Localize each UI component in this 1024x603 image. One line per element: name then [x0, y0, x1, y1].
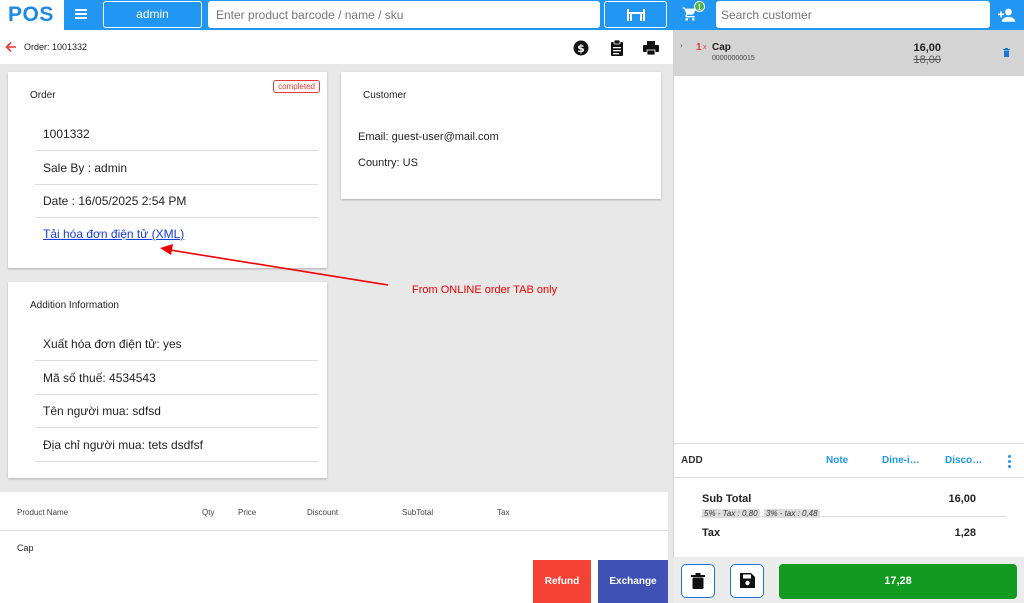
tax-value: 1,28 [954, 527, 976, 539]
remove-item-trash-icon[interactable] [1003, 48, 1010, 57]
add-label: ADD [681, 455, 703, 466]
subtotal-label: Sub Total [702, 493, 752, 505]
save-icon [740, 573, 755, 588]
clear-cart-button[interactable] [681, 564, 715, 598]
col-subtotal: SubTotal [402, 508, 434, 517]
table-divider [0, 530, 668, 531]
discount-button[interactable]: Disco… [945, 455, 982, 466]
col-price: Price [238, 508, 257, 517]
subtotal-value: 16,00 [948, 493, 976, 505]
chevron-right-icon[interactable]: › [680, 41, 683, 50]
cart-item-original-price: 18,00 [913, 54, 941, 66]
col-product-name: Product Name [17, 508, 69, 517]
tax-label: Tax [702, 527, 721, 539]
trash-icon [691, 573, 705, 589]
cart-actions-bar: ADD Note Dine-i… Disco… [674, 443, 1024, 478]
cart-item-price: 16,00 [913, 42, 941, 54]
dine-in-button[interactable]: Dine-i… [882, 455, 920, 466]
tax-detail-3: 3% - tax : 0,48 [764, 509, 820, 518]
table-row-product-name: Cap [17, 543, 34, 553]
annotation-text: From ONLINE order TAB only [412, 284, 558, 296]
cart-bottom-bar: 17,28 [673, 557, 1024, 603]
tax-detail-5: 5% - Tax : 0,80 [702, 509, 760, 518]
cart-item-qty: 1 [696, 42, 702, 53]
cart-item-times: x [703, 44, 707, 51]
save-cart-button[interactable] [730, 564, 764, 598]
cart-item-name: Cap [712, 42, 731, 53]
more-options-icon[interactable] [1008, 455, 1011, 470]
col-qty: Qty [202, 508, 215, 517]
note-button[interactable]: Note [826, 455, 848, 466]
col-discount: Discount [307, 508, 339, 517]
pay-button[interactable]: 17,28 [779, 564, 1017, 599]
refund-button[interactable]: Refund [533, 560, 591, 603]
exchange-button[interactable]: Exchange [598, 560, 668, 603]
col-tax: Tax [497, 508, 510, 517]
cart-item-sku: 00000000015 [712, 55, 755, 62]
cart-item[interactable]: › 1 x Cap 00000000015 16,00 18,00 [674, 30, 1024, 76]
